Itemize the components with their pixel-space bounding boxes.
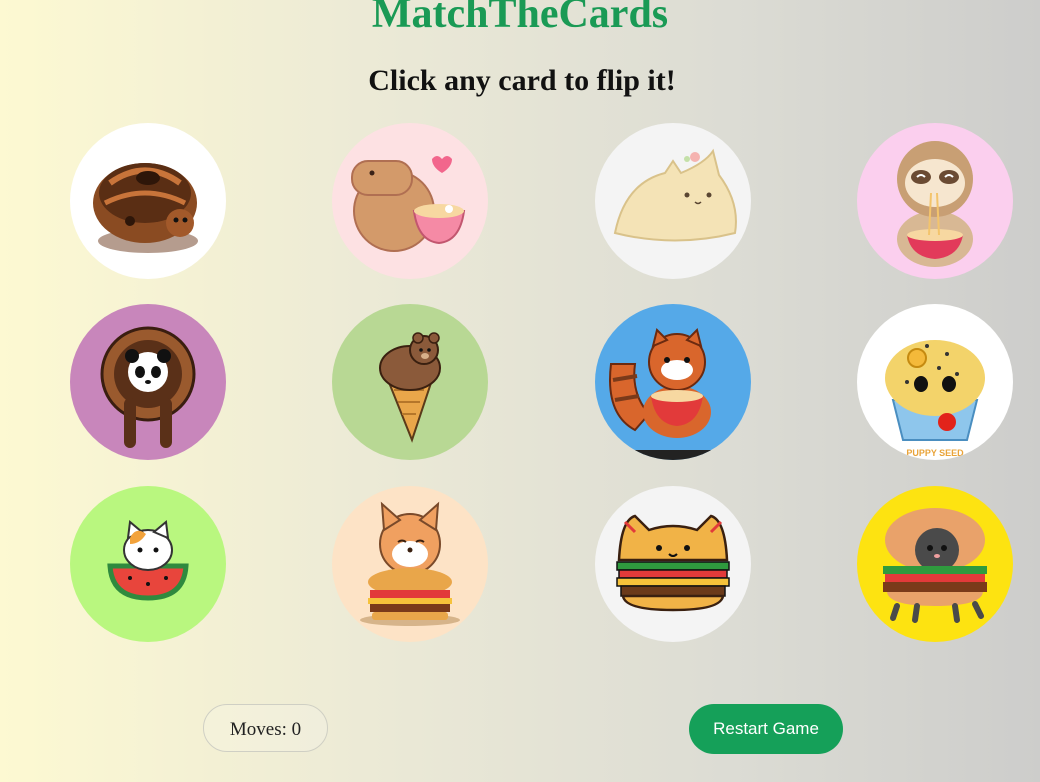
card-4[interactable] [857,123,1013,279]
sloth-ramen-icon [857,123,1013,279]
cat-watermelon-icon [70,486,226,642]
bear-icecream-cone-icon [332,304,488,460]
red-panda-ramen-icon [595,304,751,460]
card-3[interactable] [595,123,751,279]
card-grid: PUPPY SEED [0,0,1040,700]
cat-in-burger-icon [857,486,1013,642]
restart-game-button[interactable]: Restart Game [689,704,843,754]
card-1[interactable] [70,123,226,279]
card-9[interactable] [70,486,226,642]
card-6[interactable] [332,304,488,460]
fox-burger-icon [332,486,488,642]
panda-donut-icon [70,304,226,460]
puppy-seed-text: PUPPY SEED [906,448,964,458]
chocolate-donut-turtle-icon [70,123,226,279]
card-8[interactable]: PUPPY SEED [857,304,1013,460]
moves-counter: Moves: 0 [203,704,328,752]
card-2[interactable] [332,123,488,279]
card-12[interactable] [857,486,1013,642]
cat-burger-icon [595,486,751,642]
puppy-seed-muffin-icon: PUPPY SEED [857,304,1013,460]
capybara-ramen-icon [332,123,488,279]
card-10[interactable] [332,486,488,642]
card-7[interactable] [595,304,751,460]
card-11[interactable] [595,486,751,642]
cream-cat-bun-icon [595,123,751,279]
card-5[interactable] [70,304,226,460]
